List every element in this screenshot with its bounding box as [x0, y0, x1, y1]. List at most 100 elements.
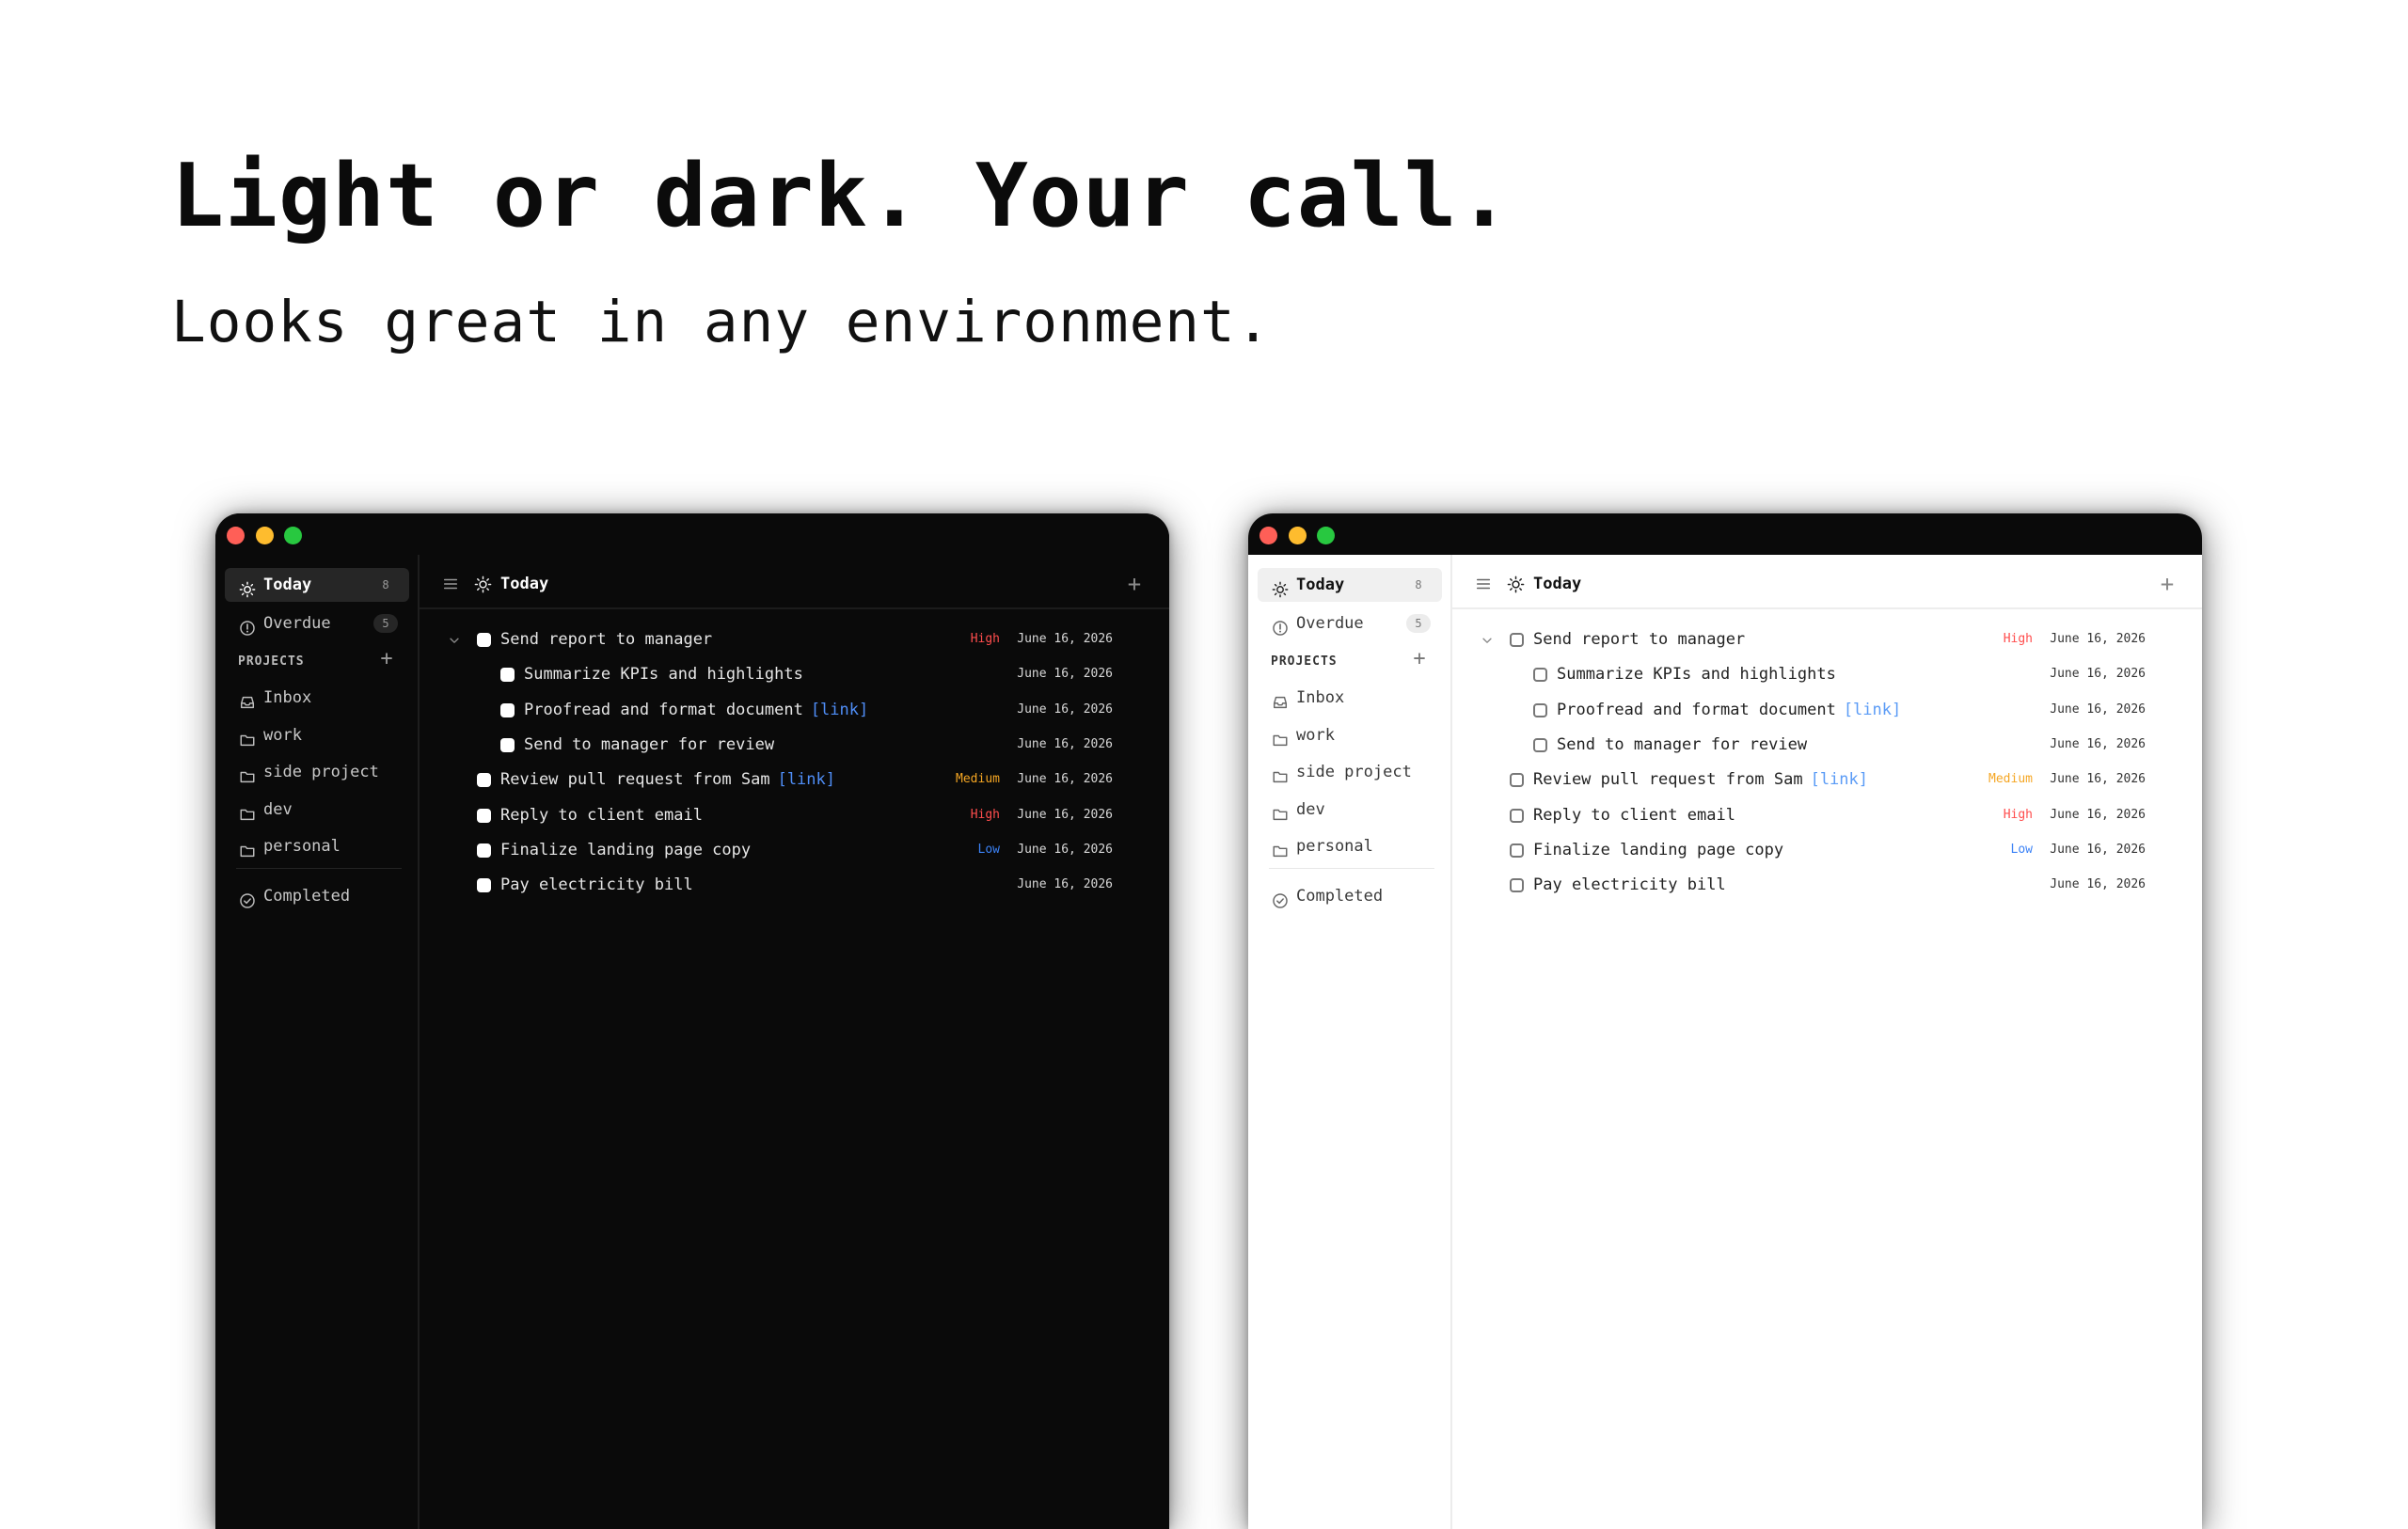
sidebar-item-side-project[interactable]: side project — [1258, 755, 1442, 789]
task-row[interactable]: Review pull request from Sam [link] Medium… — [1452, 763, 2202, 796]
task-checkbox[interactable] — [477, 878, 491, 892]
task-row[interactable]: Reply to client email High June 16, 2026 — [1452, 798, 2202, 832]
task-checkbox[interactable] — [500, 738, 515, 752]
task-link[interactable]: [link] — [778, 770, 835, 789]
priority-badge: Medium — [1988, 772, 2033, 786]
task-link[interactable]: [link] — [811, 701, 868, 719]
task-title: Reply to client email — [500, 798, 703, 832]
task-checkbox[interactable] — [1510, 773, 1524, 787]
main-content: Today + Send report to manager High June 16,… — [420, 555, 1169, 1529]
task-title: Review pull request from Sam [link] — [500, 763, 835, 796]
task-checkbox[interactable] — [1533, 668, 1547, 682]
subtask-row[interactable]: Send to manager for review June 16, 2026 — [420, 728, 1169, 762]
due-date: June 16, 2026 — [2050, 772, 2146, 786]
add-task-button[interactable]: + — [1122, 572, 1147, 596]
chevron-down-icon[interactable] — [448, 633, 461, 646]
task-row[interactable]: Finalize landing page copy Low June 16, 20… — [1452, 833, 2202, 867]
folder-icon — [1272, 727, 1289, 747]
due-date: June 16, 2026 — [2050, 737, 2146, 751]
minimize-window-button[interactable] — [1289, 527, 1307, 544]
due-date: June 16, 2026 — [1017, 772, 1113, 786]
task-title: Send report to manager — [500, 623, 712, 656]
task-row[interactable]: Send report to manager High June 16, 2026 — [420, 623, 1169, 656]
sidebar-item-inbox-label: Inbox — [1296, 688, 1345, 707]
task-title-text: Send report to manager — [500, 630, 713, 649]
task-checkbox[interactable] — [1510, 633, 1524, 647]
task-checkbox[interactable] — [1510, 878, 1524, 892]
subtask-row[interactable]: Summarize KPIs and highlights June 16, 20… — [1452, 657, 2202, 691]
sidebar-item-personal[interactable]: personal — [225, 829, 409, 863]
inbox-icon — [239, 689, 256, 709]
subtask-row[interactable]: Proofread and format document [link] June … — [420, 693, 1169, 727]
task-checkbox[interactable] — [500, 703, 515, 717]
sidebar-item-side-project[interactable]: side project — [225, 755, 409, 789]
priority-badge: High — [970, 632, 1000, 646]
sidebar-item-completed[interactable]: Completed — [1258, 879, 1442, 913]
task-title-text: Proofread and format document — [1557, 701, 1836, 719]
due-date: June 16, 2026 — [1017, 667, 1113, 681]
task-checkbox[interactable] — [1510, 809, 1524, 823]
subtask-row[interactable]: Send to manager for review June 16, 2026 — [1452, 728, 2202, 762]
sidebar-item-dev[interactable]: dev — [1258, 793, 1442, 827]
inbox-icon — [1272, 689, 1289, 709]
task-checkbox[interactable] — [477, 773, 491, 787]
close-window-button[interactable] — [1259, 527, 1277, 544]
due-date: June 16, 2026 — [1017, 632, 1113, 646]
task-row[interactable]: Pay electricity bill June 16, 2026 — [420, 868, 1169, 902]
task-checkbox[interactable] — [477, 633, 491, 647]
task-title: Finalize landing page copy — [500, 833, 751, 867]
task-row[interactable]: Pay electricity bill June 16, 2026 — [1452, 868, 2202, 902]
zoom-window-button[interactable] — [1317, 527, 1335, 544]
minimize-window-button[interactable] — [256, 527, 274, 544]
task-title-text: Send to manager for review — [524, 735, 775, 754]
task-checkbox[interactable] — [477, 843, 491, 858]
sidebar-item-today[interactable]: Today 8 — [1258, 568, 1442, 602]
chevron-down-icon[interactable] — [1481, 633, 1494, 646]
sidebar-item-inbox[interactable]: Inbox — [1258, 681, 1442, 715]
due-date: June 16, 2026 — [1017, 843, 1113, 857]
task-row[interactable]: Review pull request from Sam [link] Medium… — [420, 763, 1169, 796]
sidebar-item-dev[interactable]: dev — [225, 793, 409, 827]
sidebar-item-work[interactable]: work — [225, 718, 409, 752]
sidebar-item-completed[interactable]: Completed — [225, 879, 409, 913]
menu-icon[interactable] — [442, 575, 459, 592]
zoom-window-button[interactable] — [284, 527, 302, 544]
sidebar-item-work[interactable]: work — [1258, 718, 1442, 752]
task-checkbox[interactable] — [1510, 843, 1524, 858]
sidebar-item-side-project-label: side project — [263, 763, 379, 781]
task-checkbox[interactable] — [477, 809, 491, 823]
sidebar-item-personal[interactable]: personal — [1258, 829, 1442, 863]
task-title-text: Review pull request from Sam — [1533, 770, 1803, 789]
add-project-button[interactable]: + — [376, 649, 397, 670]
subtask-row[interactable]: Summarize KPIs and highlights June 16, 20… — [420, 657, 1169, 691]
sidebar-item-overdue[interactable]: Overdue 5 — [1258, 607, 1442, 640]
task-row[interactable]: Reply to client email High June 16, 2026 — [420, 798, 1169, 832]
window-titlebar[interactable] — [215, 513, 1169, 555]
sidebar-item-overdue[interactable]: Overdue 5 — [225, 607, 409, 640]
add-project-button[interactable]: + — [1409, 649, 1430, 670]
task-title-text: Review pull request from Sam — [500, 770, 770, 789]
subtask-row[interactable]: Proofread and format document [link] June … — [1452, 693, 2202, 727]
task-row[interactable]: Finalize landing page copy Low June 16, 20… — [420, 833, 1169, 867]
page-title: Today — [1533, 575, 1582, 593]
sidebar-item-inbox[interactable]: Inbox — [225, 681, 409, 715]
task-link[interactable]: [link] — [1811, 770, 1868, 789]
menu-icon[interactable] — [1475, 575, 1492, 592]
projects-section-label: PROJECTS — [1271, 654, 1338, 669]
window-titlebar[interactable] — [1248, 513, 2202, 555]
task-checkbox[interactable] — [500, 668, 515, 682]
task-checkbox[interactable] — [1533, 703, 1547, 717]
task-checkbox[interactable] — [1533, 738, 1547, 752]
hero-headline: Light or dark. Your call. — [171, 145, 1512, 246]
sidebar-item-side-project-label: side project — [1296, 763, 1412, 781]
task-link[interactable]: [link] — [1844, 701, 1901, 719]
sidebar-item-today[interactable]: Today 8 — [225, 568, 409, 602]
task-title-text: Proofread and format document — [524, 701, 803, 719]
add-task-button[interactable]: + — [2155, 572, 2179, 596]
main-header: Today + — [1452, 555, 2202, 609]
close-window-button[interactable] — [227, 527, 245, 544]
task-row[interactable]: Send report to manager High June 16, 2026 — [1452, 623, 2202, 656]
sun-icon — [474, 575, 492, 593]
task-title: Pay electricity bill — [500, 868, 693, 902]
sidebar-item-personal-label: personal — [1296, 837, 1373, 856]
